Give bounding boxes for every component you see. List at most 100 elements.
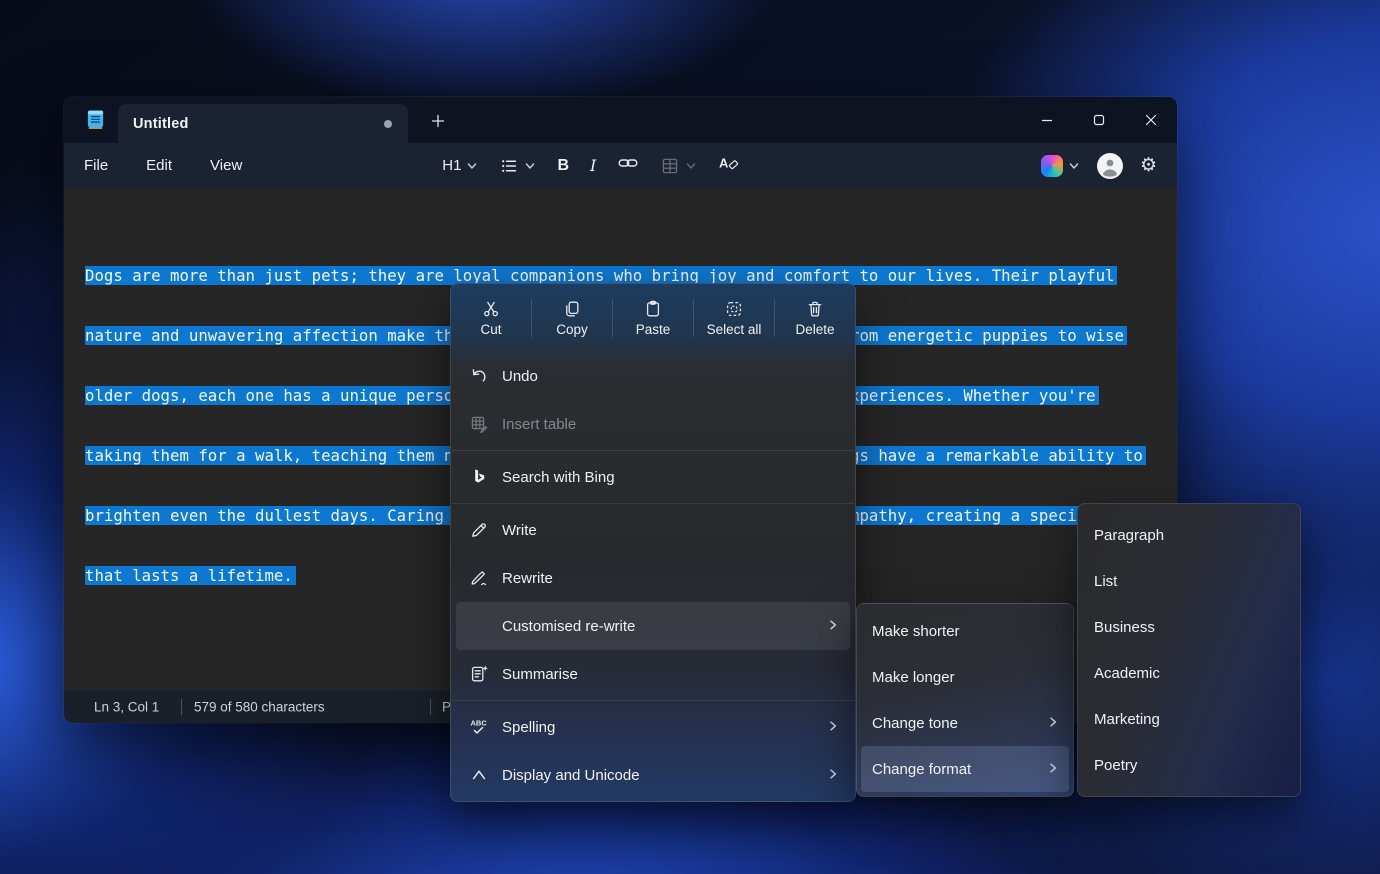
submenu-item-make-longer[interactable]: Make longer [857, 654, 1073, 700]
status-divider [430, 699, 431, 715]
copy-icon [562, 299, 582, 319]
select-all-label: Select all [707, 322, 762, 337]
submenu-item-business[interactable]: Business [1078, 604, 1300, 650]
submenu-item-poetry[interactable]: Poetry [1078, 742, 1300, 788]
menu-item-undo[interactable]: Undo [451, 352, 855, 400]
new-tab-button[interactable] [430, 113, 446, 129]
close-icon [1145, 114, 1157, 126]
heading-dropdown[interactable]: H1 [442, 157, 478, 174]
chevron-right-icon [827, 767, 839, 784]
change-format-label: Change format [872, 761, 1047, 778]
delete-button[interactable]: Delete [775, 284, 855, 352]
gear-icon: ⚙ [1140, 155, 1157, 176]
delete-label: Delete [795, 322, 834, 337]
select-all-button[interactable]: Select all [694, 284, 774, 352]
table-icon [660, 156, 680, 176]
make-longer-label: Make longer [872, 669, 1073, 686]
menu-item-rewrite[interactable]: Rewrite [451, 554, 855, 602]
italic-button[interactable]: I [590, 156, 596, 175]
tab-title: Untitled [133, 116, 189, 132]
clear-formatting-icon: A [718, 153, 740, 173]
undo-icon [469, 366, 489, 386]
tab-untitled[interactable]: Untitled [118, 104, 408, 143]
search-bing-label: Search with Bing [502, 469, 855, 486]
submenu-item-paragraph[interactable]: Paragraph [1078, 512, 1300, 558]
submenu-item-make-shorter[interactable]: Make shorter [857, 608, 1073, 654]
submenu-item-change-format[interactable]: Change format [861, 746, 1069, 792]
menu-item-insert-table[interactable]: Insert table [451, 400, 855, 448]
table-dropdown[interactable] [660, 156, 697, 176]
copilot-icon [1041, 155, 1063, 177]
menu-edit[interactable]: Edit [146, 157, 172, 174]
paste-label: Paste [636, 322, 671, 337]
clipboard-row: Cut Copy Paste Select all Delete [451, 284, 855, 352]
minimize-icon [1041, 114, 1053, 126]
list-dropdown[interactable] [499, 156, 536, 176]
chevron-down-icon [524, 160, 536, 172]
chevron-right-icon [827, 618, 839, 635]
notepad-app-icon [85, 109, 106, 135]
cursor-position: Ln 3, Col 1 [94, 699, 159, 714]
insert-table-icon [469, 414, 489, 434]
copilot-dropdown[interactable] [1041, 155, 1080, 177]
menu-item-write[interactable]: Write [451, 506, 855, 554]
format-toolbar: H1 B I A [442, 153, 740, 178]
menu-file[interactable]: File [84, 157, 108, 174]
window-controls [1021, 97, 1177, 143]
copy-button[interactable]: Copy [532, 284, 612, 352]
list-label: List [1094, 573, 1117, 590]
chevron-down-icon [685, 160, 697, 172]
menu-item-spelling[interactable]: ABC Spelling [451, 703, 855, 751]
menu-separator [452, 503, 854, 504]
copy-label: Copy [556, 322, 588, 337]
insert-table-label: Insert table [502, 416, 855, 433]
titlebar: Untitled [64, 97, 1177, 143]
submenu-item-marketing[interactable]: Marketing [1078, 696, 1300, 742]
close-button[interactable] [1125, 97, 1177, 143]
chevron-right-icon [1047, 761, 1059, 778]
toolbar-right: ⚙ [1041, 153, 1157, 179]
menu-separator [452, 450, 854, 451]
maximize-icon [1093, 114, 1105, 126]
account-button[interactable] [1097, 153, 1123, 179]
bold-button[interactable]: B [557, 157, 569, 175]
submenu-item-change-tone[interactable]: Change tone [857, 700, 1073, 746]
svg-text:ABC: ABC [471, 719, 488, 728]
menu-item-summarise[interactable]: Summarise [451, 650, 855, 698]
poetry-label: Poetry [1094, 757, 1137, 774]
submenu-item-list[interactable]: List [1078, 558, 1300, 604]
context-menu: Cut Copy Paste Select all Delete Undo In… [450, 283, 856, 802]
make-shorter-label: Make shorter [872, 623, 1073, 640]
selected-text-line: that lasts a lifetime. [85, 566, 296, 585]
settings-button[interactable]: ⚙ [1140, 156, 1157, 175]
menu-item-customised-rewrite[interactable]: Customised re-write [456, 602, 850, 650]
status-divider [181, 699, 182, 715]
menu-item-search-bing[interactable]: Search with Bing [451, 453, 855, 501]
cut-button[interactable]: Cut [451, 284, 531, 352]
clear-formatting-button[interactable]: A [718, 153, 740, 178]
menu-item-display-unicode[interactable]: Display and Unicode [451, 751, 855, 799]
account-avatar-icon [1097, 153, 1123, 179]
maximize-button[interactable] [1073, 97, 1125, 143]
menu-separator [452, 700, 854, 701]
rewrite-icon [469, 568, 489, 588]
minimize-button[interactable] [1021, 97, 1073, 143]
bullet-list-icon [499, 156, 519, 176]
heading-label: H1 [442, 157, 461, 174]
cut-label: Cut [480, 322, 501, 337]
select-all-icon [724, 299, 744, 319]
character-count: 579 of 580 characters [194, 699, 325, 714]
bing-icon [469, 467, 489, 487]
paragraph-label: Paragraph [1094, 527, 1164, 544]
menu-bar: File Edit View [84, 157, 242, 174]
chevron-down-icon [1068, 160, 1080, 172]
undo-label: Undo [502, 368, 855, 385]
paste-button[interactable]: Paste [613, 284, 693, 352]
menu-view[interactable]: View [210, 157, 242, 174]
paste-icon [643, 299, 663, 319]
link-button[interactable] [617, 153, 639, 178]
submenu-item-academic[interactable]: Academic [1078, 650, 1300, 696]
cut-icon [481, 299, 501, 319]
rewrite-label: Rewrite [502, 570, 855, 587]
display-unicode-label: Display and Unicode [502, 767, 827, 784]
